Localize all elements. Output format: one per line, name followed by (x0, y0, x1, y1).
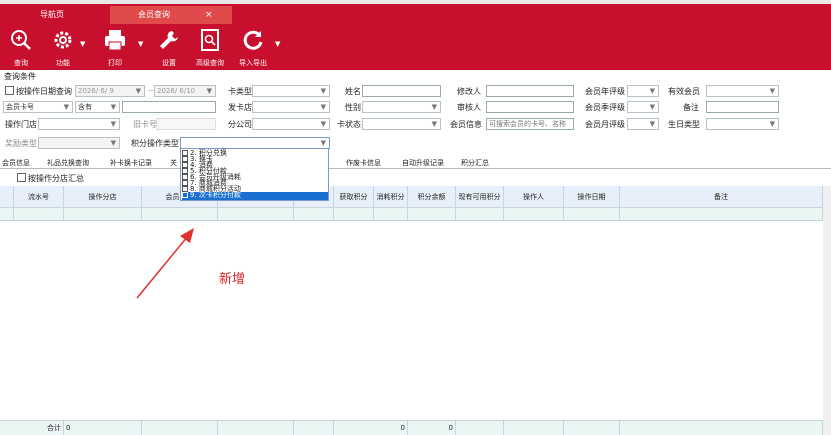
annotation-arrow (136, 228, 194, 299)
annotation-label: 新增 (219, 272, 246, 287)
app-window: { "tabs":[{"label":"导航页"},{"label":"会员查询… (0, 0, 831, 435)
